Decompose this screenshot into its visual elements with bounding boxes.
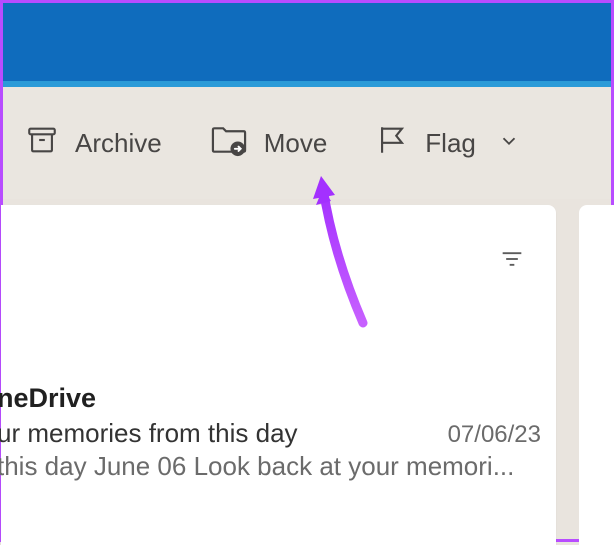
folder-move-icon [210,123,248,164]
chevron-down-icon [498,128,520,159]
message-list-panel: neDrive ur memories from this day 07/06/… [1,205,556,545]
window-title-bar [3,3,611,81]
email-preview: this day June 06 Look back at your memor… [0,451,557,482]
archive-button[interactable]: Archive [25,123,162,164]
adjacent-panel [579,205,614,545]
action-toolbar: Archive Move Flag [3,87,611,199]
content-area: neDrive ur memories from this day 07/06/… [3,199,611,539]
email-sender: neDrive [0,383,557,414]
archive-icon [25,123,59,164]
flag-icon [375,123,409,164]
email-subject: ur memories from this day [0,418,298,449]
flag-button[interactable]: Flag [375,123,520,164]
move-button[interactable]: Move [210,123,328,164]
email-list-item[interactable]: neDrive ur memories from this day 07/06/… [0,383,557,482]
filter-icon[interactable] [498,245,526,278]
flag-label: Flag [425,128,476,159]
email-date: 07/06/23 [448,421,557,449]
archive-label: Archive [75,128,162,159]
move-label: Move [264,128,328,159]
